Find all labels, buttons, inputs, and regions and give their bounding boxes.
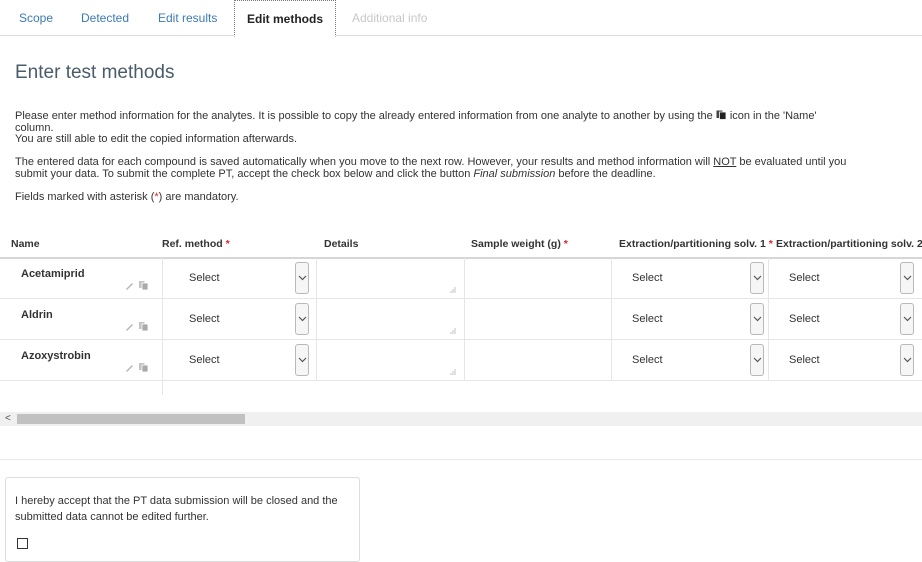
tab-edit-methods[interactable]: Edit methods xyxy=(234,0,337,37)
intro-paragraph: Please enter method information for the … xyxy=(15,110,915,146)
analyte-name: Azoxystrobin xyxy=(21,350,91,362)
final-submission-text: Final submission xyxy=(473,167,556,180)
sample-weight-input[interactable] xyxy=(464,258,611,299)
tab-additional-info: Additional info xyxy=(352,11,428,25)
tab-bar: Scope Detected Edit results Edit methods… xyxy=(0,0,922,37)
save-text-3: submit your data. To submit the complete… xyxy=(15,167,471,180)
copy-icon xyxy=(716,110,727,120)
analyte-name: Acetamiprid xyxy=(21,268,85,280)
pencil-icon[interactable] xyxy=(124,362,135,373)
ref-method-value: Select xyxy=(189,313,220,325)
spacer-divider xyxy=(162,381,163,395)
table-row: Aldrin Select Select Select xyxy=(0,299,922,340)
extraction-1-value: Select xyxy=(632,272,663,284)
chevron-down-icon[interactable] xyxy=(900,344,914,376)
details-textarea[interactable] xyxy=(316,258,464,299)
resize-grip-icon[interactable] xyxy=(450,369,456,375)
pencil-icon[interactable] xyxy=(124,280,135,291)
mandatory-pre: Fields marked with asterisk ( xyxy=(15,191,155,203)
intro-line-2: column. xyxy=(15,121,54,134)
divider xyxy=(0,459,922,460)
mandatory-post: ) are mandatory. xyxy=(158,191,239,203)
extraction-2-value: Select xyxy=(789,272,820,284)
name-cell: Aldrin xyxy=(0,299,162,340)
header-ref-method: Ref. method * xyxy=(162,238,230,250)
name-cell: Acetamiprid xyxy=(0,258,162,299)
ref-method-select[interactable]: Select xyxy=(162,299,316,340)
scrollbar-thumb[interactable] xyxy=(17,414,245,424)
header-extraction-2: Extraction/partitioning solv. 2 xyxy=(776,238,922,250)
extraction-1-value: Select xyxy=(632,313,663,325)
accept-panel: I hereby accept that the PT data submiss… xyxy=(5,477,360,562)
accept-checkbox[interactable] xyxy=(17,538,28,549)
chevron-down-icon[interactable] xyxy=(295,303,309,335)
intro-line-1-after: icon in the 'Name' xyxy=(729,110,817,122)
resize-grip-icon[interactable] xyxy=(450,287,456,293)
header-sample-weight-label: Sample weight (g) xyxy=(471,238,561,250)
sample-weight-input[interactable] xyxy=(464,340,611,381)
header-sample-weight: Sample weight (g) * xyxy=(471,238,568,250)
table-row: Azoxystrobin Select Select Select xyxy=(0,340,922,381)
details-textarea[interactable] xyxy=(316,340,464,381)
chevron-down-icon[interactable] xyxy=(295,262,309,294)
header-ref-method-label: Ref. method xyxy=(162,238,223,250)
tab-edit-results[interactable]: Edit results xyxy=(158,0,217,36)
chevron-down-icon[interactable] xyxy=(750,262,764,294)
resize-grip-icon[interactable] xyxy=(450,328,456,334)
copy-icon[interactable] xyxy=(138,362,149,373)
header-extraction-1-label: Extraction/partitioning solv. 1 xyxy=(619,238,766,250)
tab-scope[interactable]: Scope xyxy=(19,0,53,36)
tab-detected[interactable]: Detected xyxy=(81,0,129,36)
table-row: Acetamiprid Select Select Select xyxy=(0,258,922,299)
extraction-1-value: Select xyxy=(632,354,663,366)
required-star: * xyxy=(563,238,568,250)
copy-icon[interactable] xyxy=(138,280,149,291)
save-text-2: be evaluated until you xyxy=(739,156,847,168)
extraction-2-select[interactable]: Select xyxy=(768,340,922,381)
mandatory-note: Fields marked with asterisk (*) are mand… xyxy=(15,191,239,204)
intro-line-3: You are still able to edit the copied in… xyxy=(15,133,298,145)
table-header: Name Ref. method * Details Sample weight… xyxy=(0,229,922,259)
intro-line-1: Please enter method information for the … xyxy=(15,110,713,122)
page-title: Enter test methods xyxy=(15,62,175,83)
chevron-down-icon[interactable] xyxy=(295,344,309,376)
ref-method-select[interactable]: Select xyxy=(162,258,316,299)
header-name: Name xyxy=(11,238,40,250)
name-cell: Azoxystrobin xyxy=(0,340,162,381)
details-textarea[interactable] xyxy=(316,299,464,340)
pencil-icon[interactable] xyxy=(124,321,135,332)
chevron-down-icon[interactable] xyxy=(750,344,764,376)
ref-method-value: Select xyxy=(189,354,220,366)
save-text-4: before the deadline. xyxy=(558,167,656,180)
header-extraction-1: Extraction/partitioning solv. 1 * xyxy=(619,238,773,250)
save-text-1: The entered data for each compound is sa… xyxy=(15,156,711,168)
chevron-down-icon[interactable] xyxy=(900,303,914,335)
extraction-2-select[interactable]: Select xyxy=(768,258,922,299)
extraction-2-value: Select xyxy=(789,313,820,325)
required-star: * xyxy=(225,238,230,250)
extraction-1-select[interactable]: Select xyxy=(611,299,768,340)
save-not: NOT xyxy=(713,156,737,168)
chevron-down-icon[interactable] xyxy=(750,303,764,335)
analyte-name: Aldrin xyxy=(21,309,53,321)
ref-method-value: Select xyxy=(189,272,220,284)
extraction-2-select[interactable]: Select xyxy=(768,299,922,340)
extraction-2-value: Select xyxy=(789,354,820,366)
header-details: Details xyxy=(324,238,359,250)
table-spacer-row xyxy=(0,381,922,395)
sample-weight-input[interactable] xyxy=(464,299,611,340)
chevron-down-icon[interactable] xyxy=(900,262,914,294)
accept-text: I hereby accept that the PT data submiss… xyxy=(15,495,338,523)
save-paragraph: The entered data for each compound is sa… xyxy=(15,156,920,180)
extraction-1-select[interactable]: Select xyxy=(611,340,768,381)
horizontal-scrollbar[interactable]: < xyxy=(0,412,922,426)
required-star: * xyxy=(768,238,773,250)
ref-method-select[interactable]: Select xyxy=(162,340,316,381)
scroll-left-arrow[interactable]: < xyxy=(5,413,11,424)
extraction-1-select[interactable]: Select xyxy=(611,258,768,299)
copy-icon[interactable] xyxy=(138,321,149,332)
